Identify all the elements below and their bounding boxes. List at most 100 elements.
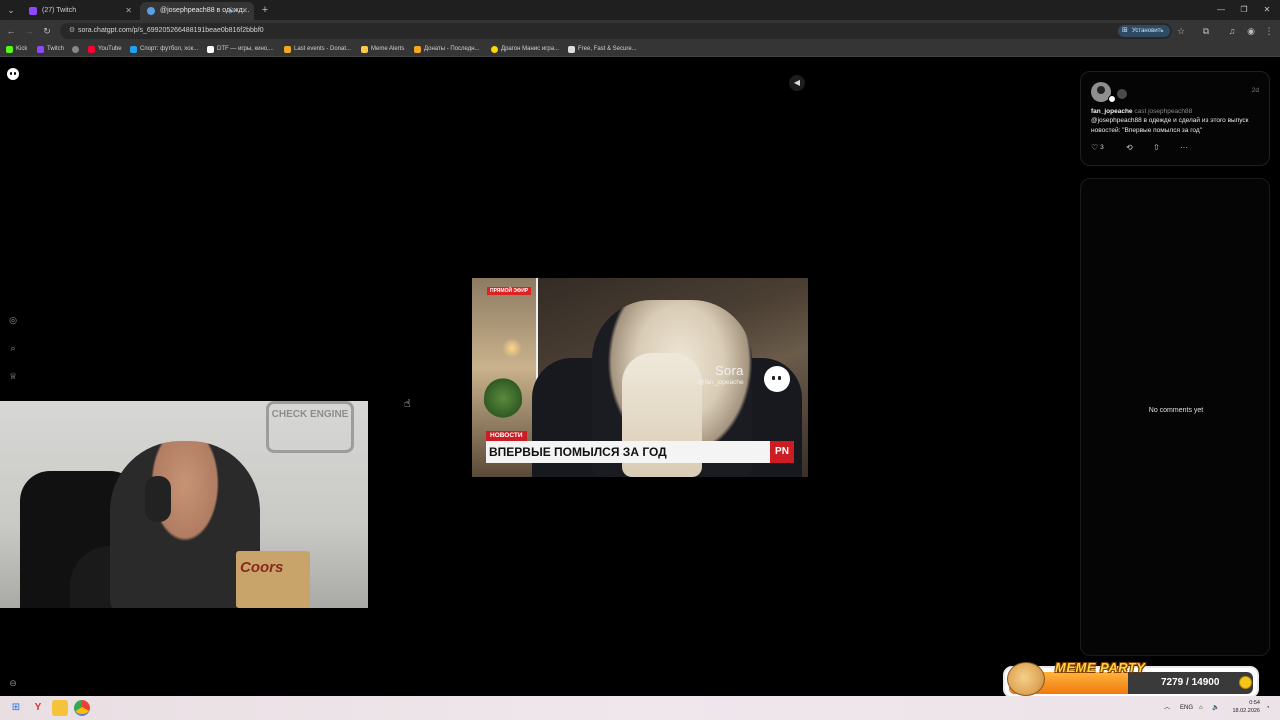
windows-start-icon[interactable]: ⊞ [8,700,24,716]
site-info-icon[interactable]: ⚙ [67,26,77,36]
no-comments-text: No comments yet [1148,407,1204,414]
bookmark-kick[interactable]: Kick [6,42,27,57]
like-button[interactable]: ♡ 3 [1091,142,1104,154]
chrome-icon[interactable] [74,700,90,716]
dtf-icon [207,46,214,53]
search-icon[interactable]: ⌕ [6,341,20,355]
media-controls-icon[interactable]: ♫ [1225,24,1239,38]
install-icon: ⊞ [1122,27,1128,34]
clock-date: 18.02.2026 [1232,708,1260,714]
bookmark-youtube[interactable]: YouTube [88,42,122,57]
bookmark-donaty[interactable]: Донаты - Последн... [414,42,480,57]
file-explorer-icon[interactable] [52,700,68,716]
channel-logo: PN [770,441,794,463]
bookmark-free-fast[interactable]: Free, Fast & Secure... [568,42,637,57]
share-button[interactable]: ⇧ [1153,142,1160,154]
mute-toggle-icon[interactable]: ◀︎ [789,75,805,91]
sora-watermark-icon [764,366,790,392]
bookmark-twitch[interactable]: Twitch [37,42,64,57]
tray-chevron-icon[interactable]: ︿ [1164,701,1170,715]
donation-icon [414,46,421,53]
language-indicator[interactable]: ENG [1180,701,1193,715]
more-button[interactable]: ··· [1180,142,1188,154]
tab-twitch[interactable]: (27) Twitch ✕ [22,2,138,20]
tab-audio-icon[interactable]: 🔈 [228,2,237,20]
post-card: 2d fan_jopeache cast josephpeach88 @jose… [1080,71,1270,166]
watermark-handle: @fan_jopeache [698,379,744,386]
video-player[interactable]: ПРЯМОЙ ЭФИР Sora @fan_jopeache НОВОСТИ В… [472,278,808,477]
bookmark-sport[interactable]: Спорт: футбол, хок... [130,42,198,57]
new-tab-icon[interactable]: + [258,2,272,18]
twitch-favicon-icon [29,7,37,15]
dragon-icon [491,46,498,53]
system-clock[interactable]: 0:54 18.02.2026 [1226,699,1260,715]
avatar-badge-icon [1108,95,1116,103]
headset [145,476,171,522]
post-time: 2d [1251,87,1259,94]
beer-box: Coors [236,551,310,608]
meme-party-title: MEME PARTY [1055,660,1146,675]
reload-icon[interactable]: ↻ [40,24,54,38]
remix-button[interactable]: ⟲ [1126,142,1133,154]
profile-icon[interactable]: ◉ [1244,24,1258,38]
bookmark-dragon[interactable]: Драгон Манис игра... [491,42,559,57]
tab-search-icon[interactable]: ⌄ [4,3,18,17]
meme-party-widget: MEME PARTY 7279 / 14900 [1003,660,1259,698]
meme-alerts-icon [361,46,368,53]
donation-icon [284,46,291,53]
extensions-icon[interactable]: ⧉ [1199,24,1213,38]
close-tab-icon[interactable]: ✕ [125,2,132,20]
coin-icon [1239,676,1252,689]
news-tag: НОВОСТИ [486,431,527,441]
post-caption: @josephpeach88 в одежде и сделай из этог… [1091,117,1249,134]
wall-sign: CHECK ENGINE [266,401,354,453]
volume-icon[interactable]: 🔈 [1212,701,1219,715]
heart-icon: ♡ [1091,143,1099,152]
twitch-icon [37,46,44,53]
tab-sora[interactable]: @josephpeach88 в одежд… 🔈 ✕ [140,2,254,20]
mouse-cursor-icon: ☝ [404,398,411,410]
trophy-icon[interactable]: ♕ [6,369,20,383]
sora-favicon-icon [147,7,155,15]
minimize-icon[interactable]: — [1210,0,1232,20]
url-text[interactable]: sora.chatgpt.com/p/s_699205266488191beae… [78,23,264,39]
tab-strip: ⌄ (27) Twitch ✕ @josephpeach88 в одежд… … [0,0,1280,20]
plant [484,378,522,418]
close-tab-icon[interactable]: ✕ [241,2,248,20]
bookmark-star-icon[interactable]: ☆ [1174,24,1188,38]
sora-logo-icon[interactable] [7,68,19,80]
yandex-browser-icon[interactable]: Y [30,700,46,716]
back-icon[interactable]: ← [4,24,18,38]
window-close-icon[interactable]: ✕ [1256,0,1278,20]
install-app-button[interactable]: ⊞ Установить [1118,25,1170,37]
bookmark-meme-alerts[interactable]: Meme Alerts [361,42,404,57]
lamp-glow [502,338,522,358]
explore-icon[interactable]: ◎ [6,313,20,327]
browser-menu-icon[interactable]: ⋮ [1262,24,1276,38]
forward-icon[interactable]: → [22,24,36,38]
sora-page: ◎ ⌕ ♕ ⊖ ◀︎ ПРЯМОЙ ЭФИР Sora @fan_jopeach… [0,58,1280,696]
sport-icon [130,46,137,53]
bookmark-globe[interactable] [72,42,82,57]
browser-toolbar: ← → ↻ ⚙ sora.chatgpt.com/p/s_69920526648… [0,20,1280,42]
address-bar[interactable]: ⚙ sora.chatgpt.com/p/s_699205266488191be… [60,23,1172,39]
news-headline: ВПЕРВЫЕ ПОМЫЛСЯ ЗА ГОД [486,441,770,463]
live-badge: ПРЯМОЙ ЭФИР [487,287,532,295]
comments-panel: No comments yet [1080,178,1270,656]
cameo-icon[interactable] [1117,89,1127,99]
youtube-icon [88,46,95,53]
bookmark-donation-alerts[interactable]: Last events - Donat... [284,42,351,57]
settings-icon[interactable]: ⊖ [6,676,20,690]
kick-icon [6,46,13,53]
watermark-name: Sora [714,363,744,378]
more-icon: ··· [1180,143,1188,152]
bookmark-dtf[interactable]: DTF — игры, кино,... [207,42,274,57]
globe-icon [72,46,79,53]
clock-time: 0:54 [1249,700,1260,706]
remix-icon: ⟲ [1126,143,1133,152]
maximize-icon[interactable]: ❐ [1233,0,1255,20]
tab-title: (27) Twitch [42,7,77,14]
author-link[interactable]: fan_jopeache [1091,108,1133,115]
notifications-icon[interactable]: ◔ [1266,701,1270,715]
network-icon[interactable]: ⌂ [1199,701,1203,715]
